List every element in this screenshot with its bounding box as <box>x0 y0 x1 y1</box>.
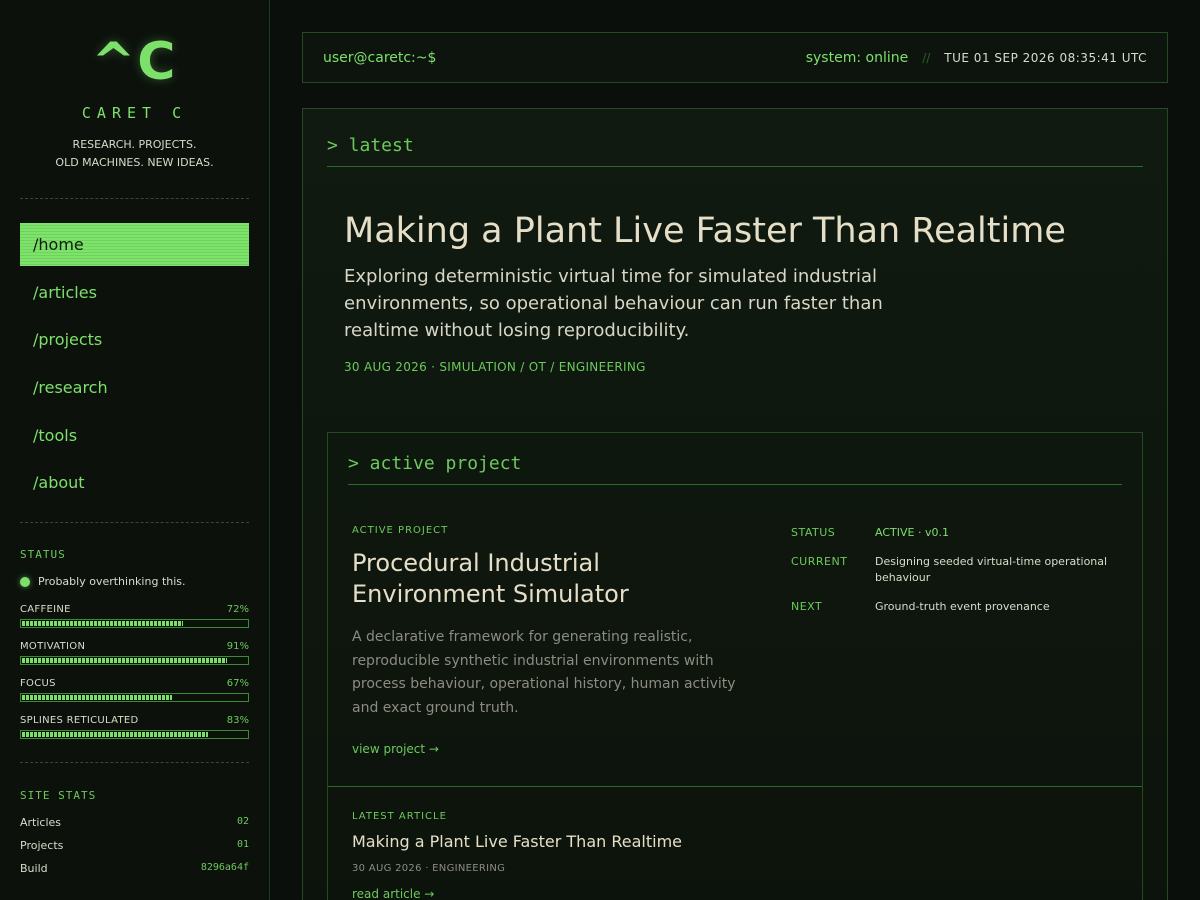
status-bar-focus: FOCUS 67% <box>20 678 249 703</box>
tagline-line: RESEARCH. PROJECTS. <box>72 138 197 151</box>
project-title: Procedural Industrial Environment Simula… <box>352 549 629 608</box>
system-status: system: online // TUE 01 SEP 2026 08:35:… <box>806 50 1147 66</box>
bar-percent: 91% <box>226 641 249 653</box>
latest-article: LATEST ARTICLE Making a Plant Live Faste… <box>328 786 1142 900</box>
stat-key: Projects <box>20 839 64 853</box>
latest-heading: > latest <box>327 135 1143 167</box>
project-next-row: NEXT Ground-truth event provenance <box>791 599 1121 615</box>
nav-item-articles[interactable]: /articles <box>20 271 249 314</box>
view-project-link[interactable]: view project → <box>352 742 439 756</box>
nav-item-research[interactable]: /research <box>20 366 249 409</box>
bar-track <box>20 619 249 629</box>
bar-percent: 67% <box>226 678 249 690</box>
nav-item-home[interactable]: /home <box>20 223 249 266</box>
status-bar-caffeine: CAFFEINE 72% <box>20 604 249 629</box>
bar-fill <box>22 695 173 701</box>
project-details: STATUS ACTIVE · v0.1 CURRENT Designing s… <box>791 525 1121 757</box>
site-stats-title: SITE STATS <box>20 789 97 803</box>
latest-panel: > latest Making a Plant Live Faster Than… <box>302 108 1168 900</box>
hero-summary: Exploring deterministic virtual time for… <box>344 266 883 341</box>
bar-label: MOTIVATION <box>20 641 86 653</box>
project-status-row: STATUS ACTIVE · v0.1 <box>791 525 1121 541</box>
project-info: ACTIVE PROJECT Procedural Industrial Env… <box>352 525 752 757</box>
stat-key: Build <box>20 862 48 876</box>
status-bars: CAFFEINE 72% MOTIVATION 91% FOCUS 67% SP… <box>20 604 249 740</box>
read-article-link[interactable]: read article → <box>352 887 434 900</box>
detail-key: STATUS <box>791 526 836 539</box>
divider <box>20 762 249 764</box>
status-bar-motivation: MOTIVATION 91% <box>20 641 249 666</box>
logo[interactable]: ^C <box>20 36 249 88</box>
bar-track <box>20 693 249 703</box>
bar-label: SPLINES RETICULATED <box>20 715 139 727</box>
stat-row: Build 8296a64f <box>20 862 249 875</box>
bar-track <box>20 730 249 740</box>
tagline: RESEARCH. PROJECTS. OLD MACHINES. NEW ID… <box>20 136 249 172</box>
hero-meta: 30 AUG 2026 · SIMULATION / OT / ENGINEER… <box>344 360 646 374</box>
project-eyebrow: ACTIVE PROJECT <box>352 525 449 536</box>
latest-article-meta: 30 AUG 2026 · ENGINEERING <box>352 863 506 874</box>
separator: // <box>922 50 931 65</box>
stat-row: Projects 01 <box>20 839 249 852</box>
status-title: STATUS <box>20 548 66 562</box>
divider <box>20 522 249 524</box>
shell-prompt: user@caretc:~$ <box>323 49 437 66</box>
status-mood-text: Probably overthinking this. <box>38 575 186 589</box>
clock: TUE 01 SEP 2026 08:35:41 UTC <box>944 50 1147 65</box>
bar-track <box>20 656 249 666</box>
bar-fill <box>22 621 184 627</box>
hero-title[interactable]: Making a Plant Live Faster Than Realtime <box>344 211 1167 251</box>
latest-article-title[interactable]: Making a Plant Live Faster Than Realtime <box>352 832 1118 851</box>
brand-name: CARET C <box>81 104 188 122</box>
detail-value: Ground-truth event provenance <box>875 600 1050 613</box>
active-project-heading: > active project <box>348 453 1122 485</box>
active-project-card: > active project ACTIVE PROJECT Procedur… <box>327 432 1143 900</box>
status-bar-splines: SPLINES RETICULATED 83% <box>20 715 249 740</box>
detail-value: ACTIVE · v0.1 <box>875 526 949 539</box>
detail-key: CURRENT <box>791 555 848 568</box>
bar-percent: 83% <box>226 715 249 727</box>
bar-fill <box>22 732 209 738</box>
status-dot-icon <box>20 576 30 587</box>
nav-item-tools[interactable]: /tools <box>20 414 249 457</box>
site-stats: Articles 02 Projects 01 Build 8296a64f <box>20 816 249 875</box>
latest-article-eyebrow: LATEST ARTICLE <box>352 811 447 822</box>
sidebar: ^C CARET C RESEARCH. PROJECTS. OLD MACHI… <box>0 0 270 900</box>
stat-row: Articles 02 <box>20 816 249 829</box>
bar-fill <box>22 658 227 664</box>
detail-value: Designing seeded virtual-time operationa… <box>875 555 1108 584</box>
divider <box>20 198 249 199</box>
bar-percent: 72% <box>226 604 249 616</box>
tagline-line: OLD MACHINES. NEW IDEAS. <box>55 156 214 169</box>
stat-value: 02 <box>236 816 249 828</box>
nav-item-projects[interactable]: /projects <box>20 318 249 361</box>
system-online-status: system: online <box>805 49 909 66</box>
bar-label: CAFFEINE <box>20 604 71 616</box>
stat-key: Articles <box>20 816 62 830</box>
main-nav: /home /articles /projects /research /too… <box>20 223 249 504</box>
hero: Making a Plant Live Faster Than Realtime… <box>303 167 1167 374</box>
terminal-bar: user@caretc:~$ system: online // TUE 01 … <box>302 32 1168 83</box>
stat-value: 8296a64f <box>200 862 249 874</box>
main-content: user@caretc:~$ system: online // TUE 01 … <box>270 0 1200 900</box>
bar-label: FOCUS <box>20 678 56 690</box>
project-current-row: CURRENT Designing seeded virtual-time op… <box>791 554 1121 586</box>
nav-item-about[interactable]: /about <box>20 461 249 504</box>
status-mood: Probably overthinking this. <box>20 575 249 588</box>
detail-key: NEXT <box>791 600 823 613</box>
stat-value: 01 <box>236 839 249 851</box>
project-description: A declarative framework for generating r… <box>352 629 736 716</box>
